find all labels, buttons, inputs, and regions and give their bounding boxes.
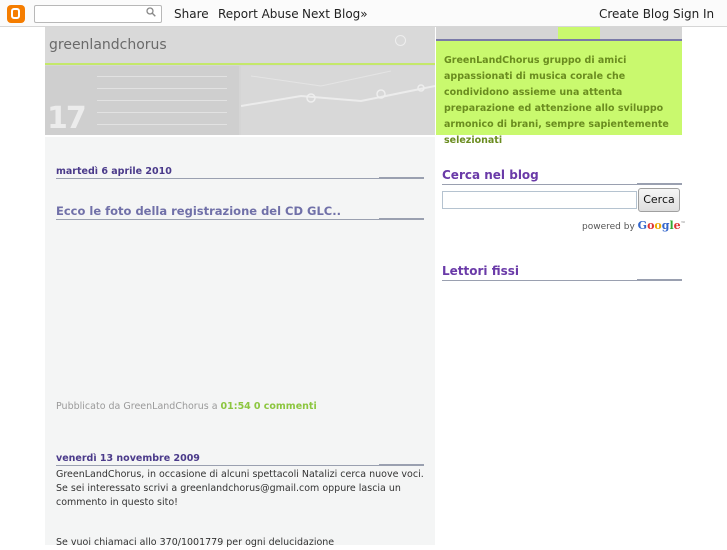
blog-title[interactable]: greenlandchorus	[49, 37, 167, 53]
post-body-line	[56, 510, 426, 524]
title-divider-accent	[379, 218, 424, 220]
date-divider-accent	[379, 177, 424, 179]
post-date: venerdì 13 novembre 2009	[56, 453, 200, 464]
post-date: martedì 6 aprile 2010	[56, 166, 172, 177]
search-button[interactable]: Cerca	[638, 188, 680, 212]
powered-by-google: powered by Google™	[582, 219, 686, 232]
post-footer: Pubblicato da GreenLandChorus a 01:54 0 …	[56, 401, 317, 412]
post-comments-link[interactable]: 0 commenti	[254, 401, 317, 412]
post-body-line: Se sei interessato scrivi a greenlandcho…	[56, 483, 401, 494]
post-body-line: commento in questo sito!	[56, 497, 178, 508]
sidebar-header-strip	[436, 27, 682, 39]
date-divider-accent	[379, 464, 424, 466]
post-body-line: GreenLandChorus, in occasione di alcuni …	[56, 469, 424, 480]
header-number: 17	[47, 101, 87, 135]
title-divider	[56, 219, 424, 220]
google-logo: Google	[637, 219, 681, 232]
blogger-navbar: Share Report Abuse Next Blog» Create Blo…	[0, 0, 727, 27]
date-divider	[56, 465, 424, 466]
sign-in-link[interactable]: Sign In	[673, 7, 714, 21]
search-icon[interactable]	[146, 7, 156, 17]
search-title-divider-accent	[637, 183, 682, 185]
blog-page: greenlandchorus 17 GreenLandChorus grupp…	[45, 27, 686, 548]
post-time-link[interactable]: 01:54	[221, 401, 251, 412]
header-accent-line	[45, 63, 435, 65]
main-column: martedì 6 aprile 2010 Ecco le foto della…	[45, 137, 435, 548]
circuit-pattern	[241, 70, 435, 107]
search-widget-title: Cerca nel blog	[442, 168, 539, 182]
blog-description: GreenLandChorus gruppo di amici appassio…	[444, 55, 669, 146]
share-link[interactable]: Share	[174, 7, 209, 21]
blog-header: greenlandchorus 17	[45, 27, 435, 135]
post-body: GreenLandChorus, in occasione di alcuni …	[56, 468, 426, 550]
followers-title-divider-accent	[637, 279, 682, 281]
header-image-right	[241, 66, 435, 135]
post-title[interactable]: Ecco le foto della registrazione del CD …	[56, 204, 341, 218]
next-blog-link[interactable]: Next Blog»	[302, 7, 368, 21]
post-author-text: Pubblicato da GreenLandChorus a	[56, 401, 221, 412]
blog-search-input[interactable]	[442, 191, 637, 209]
blog-description-box: GreenLandChorus gruppo di amici appassio…	[436, 39, 682, 146]
create-blog-link[interactable]: Create Blog	[599, 7, 669, 21]
date-divider	[56, 178, 424, 179]
followers-widget-title: Lettori fissi	[442, 264, 520, 278]
blogger-logo-icon[interactable]	[7, 5, 25, 23]
navbar-search-input[interactable]	[34, 5, 162, 23]
header-circle-decoration	[395, 35, 406, 46]
post-body-line: Se vuoi chiamaci allo 370/1001779 per og…	[56, 537, 335, 548]
powered-by-text: powered by	[582, 222, 635, 232]
report-abuse-link[interactable]: Report Abuse	[218, 7, 299, 21]
